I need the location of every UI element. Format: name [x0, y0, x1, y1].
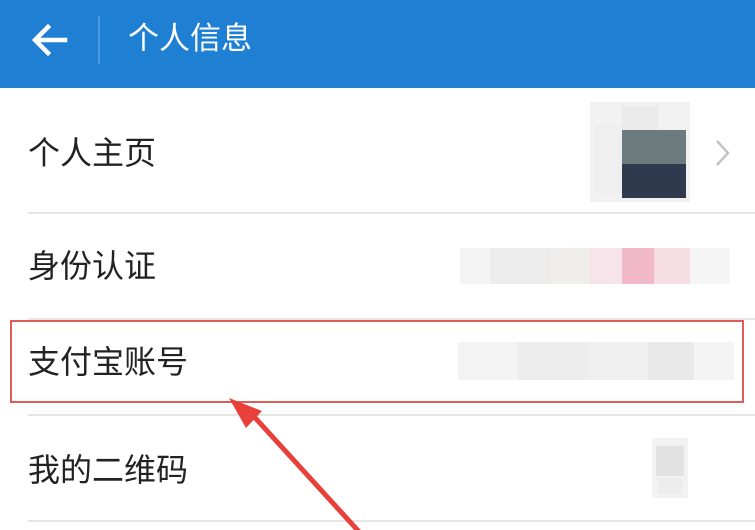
annotation-arrow-icon — [229, 398, 361, 530]
